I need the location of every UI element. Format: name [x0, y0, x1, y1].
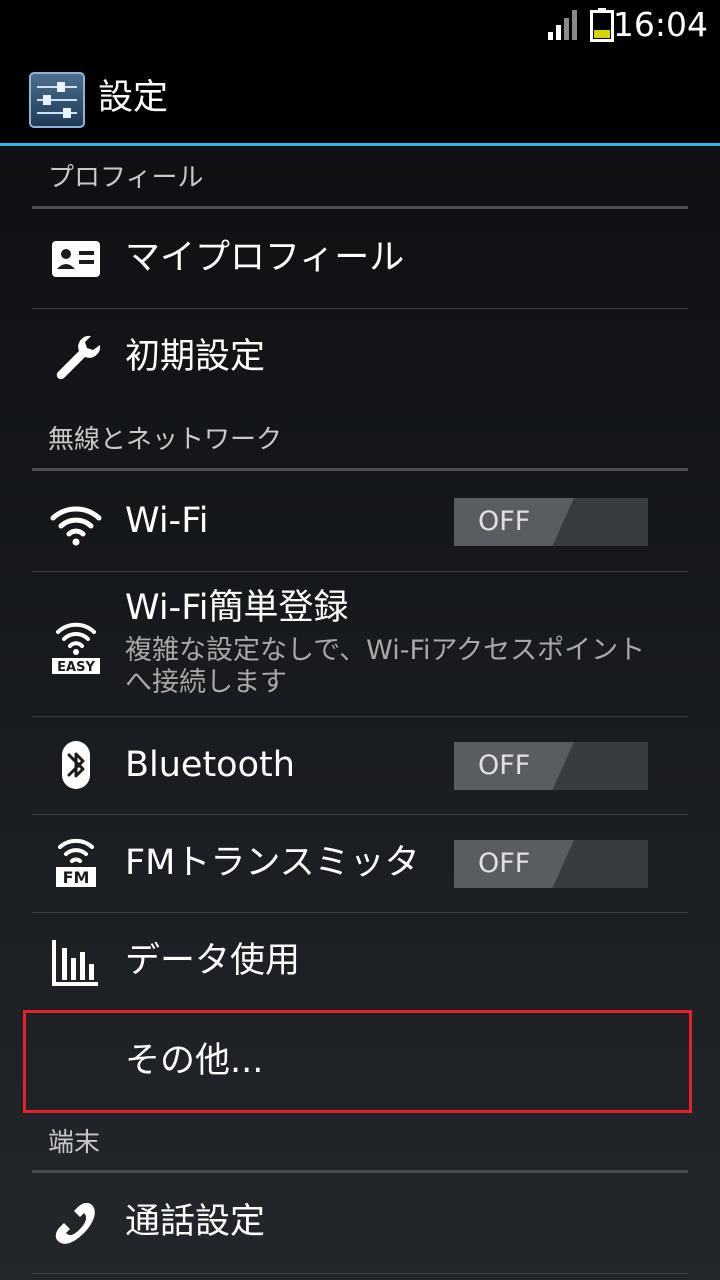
settings-sliders-icon[interactable]: [29, 72, 85, 128]
fm-transmitter-toggle[interactable]: OFF: [454, 840, 648, 888]
bluetooth-icon: [62, 741, 90, 789]
setting-item-data-usage[interactable]: データ使用: [32, 913, 688, 1010]
setting-item-label: 通話設定: [125, 1202, 266, 1242]
status-bar: 16:04: [0, 0, 720, 50]
section-header-device: 端末: [48, 1128, 101, 1158]
setting-item-wifi-easy[interactable]: EASY Wi-Fi簡単登録 複雑な設定なしで、Wi-Fiアクセスポイントへ接続…: [32, 572, 688, 716]
bluetooth-toggle[interactable]: OFF: [454, 742, 648, 790]
toggle-label: OFF: [478, 506, 531, 537]
wrench-icon: [56, 335, 101, 380]
fm-transmitter-icon: FM: [56, 838, 96, 887]
toggle-label: OFF: [478, 848, 531, 879]
setting-item-my-profile[interactable]: マイプロフィール: [32, 209, 688, 308]
setting-item-summary: 複雑な設定なしで、Wi-Fiアクセスポイントへ接続します: [125, 635, 646, 698]
setting-item-wifi[interactable]: Wi-Fi OFF: [32, 471, 688, 571]
status-time: 16:04: [612, 5, 708, 44]
profile-card-icon: [52, 241, 100, 277]
setting-item-label: データ使用: [125, 941, 301, 981]
action-bar-divider: [0, 143, 720, 146]
setting-item-label: 初期設定: [125, 337, 266, 377]
section-header-wireless: 無線とネットワーク: [48, 425, 283, 455]
bar-chart-icon: [52, 940, 98, 986]
setting-item-label: Bluetooth: [125, 745, 295, 785]
setting-item-label: Wi-Fi: [125, 501, 209, 541]
phone-icon: [55, 1202, 95, 1244]
list-divider: [32, 1273, 688, 1274]
setting-item-fm-transmitter[interactable]: FM FMトランスミッタ OFF: [32, 815, 688, 912]
battery-icon: [590, 8, 614, 42]
wifi-easy-icon-label: EASY: [57, 660, 95, 675]
fm-icon-label: FM: [63, 868, 90, 887]
setting-item-label: FMトランスミッタ: [125, 843, 420, 883]
section-header-profile: プロフィール: [48, 163, 204, 193]
setting-item-call-settings[interactable]: 通話設定: [32, 1173, 688, 1273]
setting-item-label: マイプロフィール: [125, 238, 405, 278]
action-bar: 設定: [0, 50, 720, 144]
setting-item-initial-setup[interactable]: 初期設定: [32, 309, 688, 407]
setting-item-label: Wi-Fi簡単登録: [125, 588, 349, 628]
page-title: 設定: [98, 78, 169, 118]
signal-icon: [548, 10, 577, 40]
highlight-box: [23, 1010, 692, 1113]
wifi-easy-icon: EASY: [52, 622, 100, 675]
wifi-toggle[interactable]: OFF: [454, 498, 648, 546]
wifi-icon: [50, 506, 102, 546]
toggle-label: OFF: [478, 750, 531, 781]
setting-item-bluetooth[interactable]: Bluetooth OFF: [32, 717, 688, 814]
